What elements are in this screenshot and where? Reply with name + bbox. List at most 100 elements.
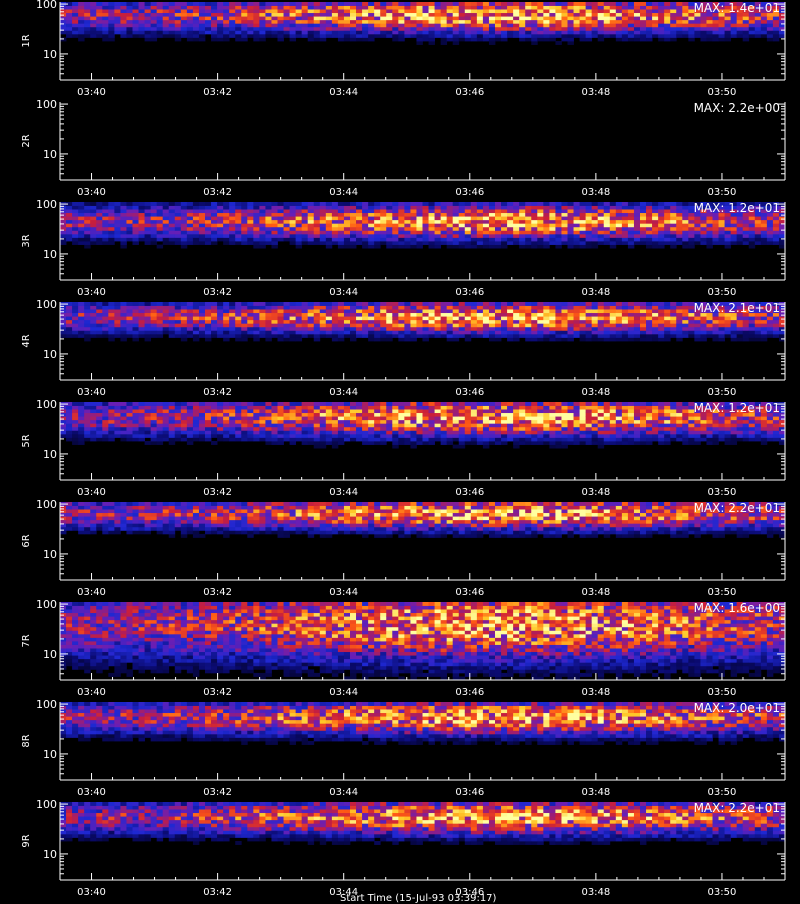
- heat-cell: [435, 13, 441, 17]
- heat-cell: [610, 302, 616, 306]
- heat-cell: [308, 220, 314, 224]
- heat-cell: [199, 409, 205, 413]
- heat-cell: [471, 313, 477, 317]
- heat-cell: [586, 234, 592, 238]
- heat-cell: [634, 27, 640, 31]
- heat-cell: [157, 213, 163, 217]
- heat-cell: [302, 213, 308, 217]
- heat-cell: [471, 209, 477, 213]
- heat-cell: [344, 302, 350, 306]
- heat-cell: [374, 6, 380, 10]
- heat-cell: [247, 402, 253, 406]
- heat-cell: [374, 220, 380, 224]
- heat-cell: [598, 23, 604, 27]
- heat-cell: [290, 241, 296, 245]
- heat-cell: [350, 241, 356, 245]
- heat-cell: [447, 13, 453, 17]
- heat-cell: [725, 234, 731, 238]
- heat-cell: [634, 313, 640, 317]
- heat-cell: [410, 313, 416, 317]
- heat-cell: [568, 323, 574, 327]
- heat-cell: [241, 30, 247, 34]
- heat-cell: [284, 416, 290, 420]
- heat-cell: [392, 30, 398, 34]
- heat-cell: [628, 23, 634, 27]
- heat-cell: [616, 27, 622, 31]
- heat-cell: [247, 437, 253, 441]
- heat-cell: [670, 23, 676, 27]
- heat-cell: [543, 327, 549, 331]
- heat-cell: [96, 323, 102, 327]
- heat-cell: [108, 227, 114, 231]
- heat-cell: [640, 323, 646, 327]
- heat-cell: [459, 6, 465, 10]
- heat-cell: [773, 27, 779, 31]
- heat-cell: [133, 9, 139, 13]
- heat-cell: [241, 227, 247, 231]
- heat-cell: [725, 330, 731, 334]
- heat-cell: [296, 416, 302, 420]
- heat-cell: [628, 313, 634, 317]
- heat-cell: [525, 209, 531, 213]
- heat-cell: [145, 213, 151, 217]
- heat-cell: [416, 209, 422, 213]
- heat-cell: [320, 34, 326, 38]
- heat-cell: [126, 409, 132, 413]
- heat-cell: [435, 202, 441, 206]
- heat-cell: [284, 20, 290, 24]
- heat-cell: [410, 327, 416, 331]
- heat-cell: [386, 427, 392, 431]
- heat-cell: [513, 241, 519, 245]
- heat-cell: [435, 323, 441, 327]
- heat-cell: [96, 316, 102, 320]
- heat-cell: [326, 202, 332, 206]
- heat-cell: [278, 427, 284, 431]
- heat-cell: [574, 6, 580, 10]
- heat-cell: [725, 30, 731, 34]
- heat-cell: [253, 20, 259, 24]
- heat-cell: [459, 245, 465, 249]
- heat-cell: [380, 334, 386, 338]
- heat-cell: [90, 437, 96, 441]
- heat-cell: [338, 330, 344, 334]
- heat-cell: [350, 313, 356, 317]
- heat-cell: [447, 20, 453, 24]
- heat-cell: [133, 306, 139, 310]
- heat-cell: [537, 30, 543, 34]
- heat-cell: [489, 323, 495, 327]
- heat-cell: [157, 434, 163, 438]
- heat-cell: [265, 406, 271, 410]
- heat-cell: [646, 227, 652, 231]
- heat-cell: [223, 213, 229, 217]
- heat-cell: [761, 16, 767, 20]
- heat-cell: [404, 337, 410, 341]
- heat-cell: [453, 209, 459, 213]
- heat-cell: [271, 327, 277, 331]
- heat-cell: [676, 23, 682, 27]
- heat-cell: [169, 209, 175, 213]
- heat-cell: [694, 223, 700, 227]
- heat-cell: [145, 241, 151, 245]
- heat-cell: [90, 209, 96, 213]
- heat-cell: [302, 437, 308, 441]
- heat-cell: [151, 234, 157, 238]
- heat-cell: [72, 220, 78, 224]
- heat-cell: [471, 316, 477, 320]
- heat-cell: [773, 316, 779, 320]
- heat-cell: [664, 327, 670, 331]
- heat-cell: [326, 323, 332, 327]
- heat-cell: [199, 227, 205, 231]
- heat-cell: [271, 330, 277, 334]
- heat-cell: [96, 313, 102, 317]
- heat-cell: [169, 34, 175, 38]
- heat-cell: [356, 223, 362, 227]
- heat-cell: [537, 16, 543, 20]
- heat-cell: [314, 430, 320, 434]
- heat-cell: [519, 27, 525, 31]
- heat-cell: [205, 237, 211, 241]
- heat-cell: [350, 237, 356, 241]
- heat-cell: [223, 209, 229, 213]
- heat-cell: [217, 234, 223, 238]
- heat-cell: [217, 430, 223, 434]
- heat-cell: [489, 213, 495, 217]
